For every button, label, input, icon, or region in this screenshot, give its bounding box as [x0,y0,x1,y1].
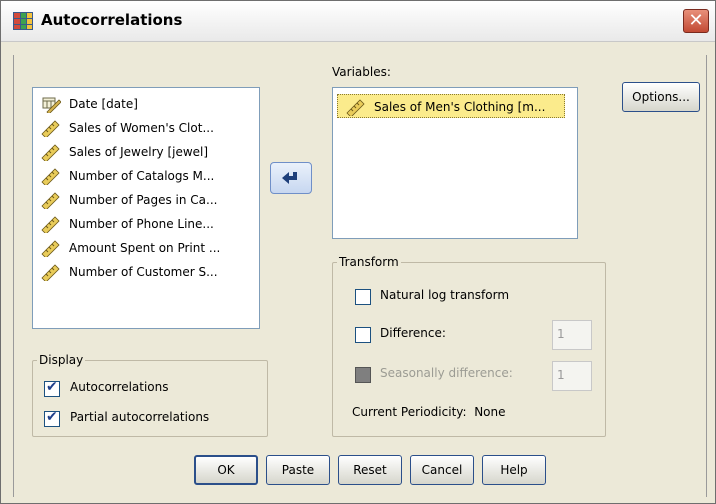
list-item-label: Number of Pages in Ca... [69,193,218,207]
difference-input[interactable]: 1 [552,320,592,350]
seasonal-difference-input[interactable]: 1 [552,361,592,391]
list-item[interactable]: Sales of Jewelry [jewel] [33,140,259,164]
list-item-label: Number of Customer S... [69,265,218,279]
paste-button[interactable]: Paste [266,455,330,485]
ok-button[interactable]: OK [194,455,258,485]
list-item[interactable]: Sales of Women's Clot... [33,116,259,140]
arrow-left-icon [282,172,297,184]
list-item-label: Sales of Women's Clot... [69,121,214,135]
autocorrelations-dialog: Autocorrelations ✕ Date [date] Sales of … [0,0,716,504]
list-item[interactable]: Date [date] [33,92,259,116]
list-item[interactable]: Number of Pages in Ca... [33,188,259,212]
variables-list[interactable]: Sales of Men's Clothing [m... [332,87,578,239]
help-button[interactable]: Help [482,455,546,485]
difference-label: Difference: [380,326,446,340]
seasonal-difference-label: Seasonally difference: [380,366,513,380]
periodicity-value: None [474,405,506,419]
list-item-selected[interactable]: Sales of Men's Clothing [m... [337,94,565,118]
list-item[interactable]: Amount Spent on Print ... [33,236,259,260]
cancel-button[interactable]: Cancel [410,455,474,485]
list-item[interactable]: Number of Catalogs M... [33,164,259,188]
difference-checkbox[interactable] [355,327,371,343]
list-item[interactable]: Number of Customer S... [33,260,259,284]
display-group: Display [32,353,268,437]
list-item-label: Sales of Jewelry [jewel] [69,145,209,159]
seasonal-difference-checkbox[interactable] [355,367,371,383]
partial-autocorrelations-label: Partial autocorrelations [70,410,210,424]
list-item-label: Amount Spent on Print ... [69,241,221,255]
window-title: Autocorrelations [41,11,183,29]
natural-log-label: Natural log transform [380,288,510,302]
display-legend: Display [39,353,84,367]
scale-variable-icon [41,168,60,185]
scale-variable-icon [346,99,365,116]
reset-button[interactable]: Reset [338,455,402,485]
list-item-label: Date [date] [69,97,138,111]
natural-log-checkbox[interactable] [355,289,371,305]
spss-app-icon [13,12,33,30]
partial-autocorrelations-checkbox[interactable] [44,409,60,427]
list-item-label: Sales of Men's Clothing [m... [374,100,546,114]
scale-variable-icon [41,120,60,137]
close-button[interactable]: ✕ [683,9,709,33]
move-variable-button[interactable] [270,162,312,194]
scale-variable-icon [41,192,60,209]
scale-variable-icon [41,216,60,233]
scale-variable-icon [41,144,60,161]
variables-label: Variables: [332,65,391,79]
list-item-label: Number of Phone Line... [69,217,214,231]
autocorrelations-checkbox[interactable] [44,379,60,397]
dialog-body: Date [date] Sales of Women's Clot... Sal… [13,55,707,497]
list-item-label: Number of Catalogs M... [69,169,215,183]
date-variable-icon [42,97,61,113]
scale-variable-icon [41,264,60,281]
periodicity-label: Current Periodicity: None [352,405,506,419]
list-item[interactable]: Number of Phone Line... [33,212,259,236]
options-button[interactable]: Options... [622,82,700,112]
source-variable-list[interactable]: Date [date] Sales of Women's Clot... Sal… [32,87,260,329]
scale-variable-icon [41,240,60,257]
title-bar: Autocorrelations ✕ [1,1,715,42]
autocorrelations-label: Autocorrelations [70,380,169,394]
transform-legend: Transform [339,255,399,269]
